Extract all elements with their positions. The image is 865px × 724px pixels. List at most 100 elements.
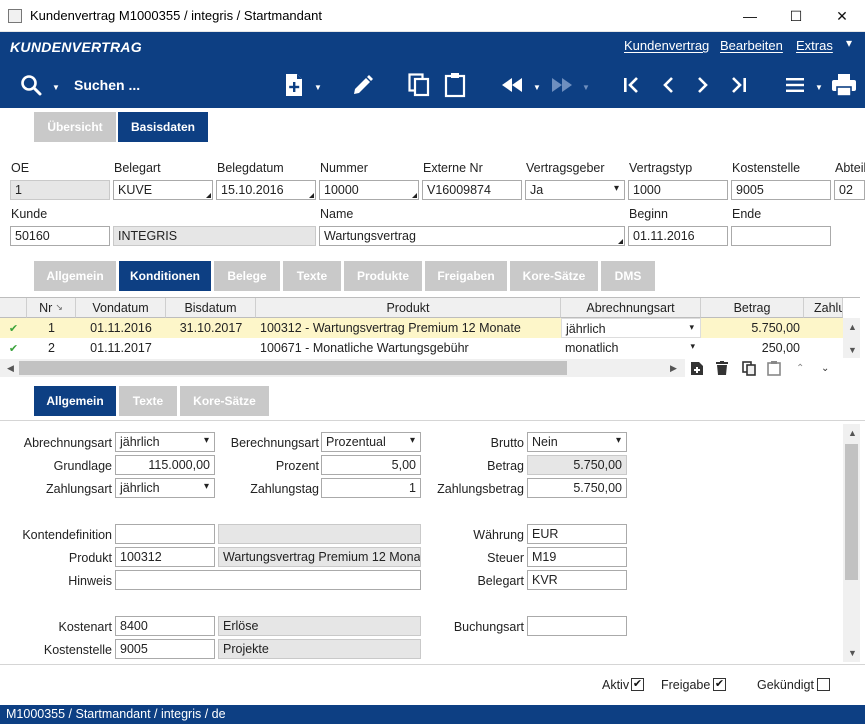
scroll-up-icon[interactable]: ▲: [848, 322, 857, 332]
detail-vertical-scrollbar[interactable]: ▲ ▼: [843, 424, 860, 662]
paste-row-icon[interactable]: [767, 361, 783, 376]
rewind-icon[interactable]: [498, 70, 526, 100]
row-abrechnungsart-select[interactable]: monatlich ▾: [561, 338, 701, 358]
tab-uebersicht[interactable]: Übersicht: [34, 112, 116, 142]
grid-header-betrag[interactable]: Betrag: [701, 298, 804, 318]
grid-vertical-scrollbar[interactable]: ▲ ▼: [843, 318, 860, 358]
belegdatum-field[interactable]: 15.10.2016: [216, 180, 316, 200]
scroll-down-icon[interactable]: ▼: [848, 345, 857, 355]
paste-icon[interactable]: [442, 70, 468, 100]
detail-belegart-field[interactable]: KVR: [527, 570, 627, 590]
new-document-icon[interactable]: [282, 70, 306, 100]
previous-record-icon[interactable]: [657, 70, 679, 100]
maximize-button[interactable]: ☐: [773, 0, 819, 32]
vertragstyp-field[interactable]: 1000: [628, 180, 728, 200]
subtab-belege[interactable]: Belege: [214, 261, 280, 291]
menu-extras[interactable]: Extras: [796, 38, 833, 53]
search-label[interactable]: Suchen ...: [74, 70, 154, 100]
subtab-allgemein[interactable]: Allgemein: [34, 261, 116, 291]
subtab-freigaben[interactable]: Freigaben: [425, 261, 507, 291]
subtab-texte[interactable]: Texte: [283, 261, 341, 291]
detailtab-allgemein[interactable]: Allgemein: [34, 386, 116, 416]
detailtab-texte[interactable]: Texte: [119, 386, 177, 416]
berechnungsart-select[interactable]: Prozentual: [321, 432, 421, 452]
subtab-kore-saetze[interactable]: Kore-Sätze: [510, 261, 598, 291]
subtab-produkte[interactable]: Produkte: [344, 261, 422, 291]
detail-kostenstelle-field[interactable]: 9005: [115, 639, 215, 659]
detailtab-kore-saetze[interactable]: Kore-Sätze: [180, 386, 269, 416]
new-caret-icon[interactable]: ▼: [314, 83, 322, 92]
grid-header-zahlu[interactable]: Zahlu: [804, 298, 843, 318]
kunde-field[interactable]: 50160: [10, 226, 110, 246]
produkt-field[interactable]: 100312: [115, 547, 215, 567]
belegart-field[interactable]: KUVE: [113, 180, 213, 200]
subtab-dms[interactable]: DMS: [601, 261, 655, 291]
move-up-icon[interactable]: ⌃: [796, 363, 804, 374]
edit-pencil-icon[interactable]: [350, 70, 376, 100]
waehrung-field[interactable]: EUR: [527, 524, 627, 544]
move-down-icon[interactable]: ⌄: [821, 363, 829, 374]
kontendefinition-field[interactable]: [115, 524, 215, 544]
brutto-select[interactable]: Nein: [527, 432, 627, 452]
gekuendigt-checkbox[interactable]: [817, 678, 830, 691]
search-icon[interactable]: [18, 70, 44, 100]
grid-header-nr[interactable]: Nr ↘: [27, 298, 76, 318]
zahlungsbetrag-field[interactable]: 5.750,00: [527, 478, 627, 498]
last-record-icon[interactable]: [728, 70, 750, 100]
ende-field[interactable]: [731, 226, 831, 246]
detail-scroll-down-icon[interactable]: ▼: [848, 648, 857, 658]
copy-icon[interactable]: [406, 70, 432, 100]
minimize-button[interactable]: —: [727, 0, 773, 32]
grid-header-abrechnungsart[interactable]: Abrechnungsart: [561, 298, 701, 318]
oe-field[interactable]: 1: [10, 180, 110, 200]
detail-scroll-thumb[interactable]: [845, 444, 858, 580]
table-row[interactable]: ✔ 1 01.11.2016 31.10.2017 100312 - Wartu…: [0, 318, 843, 338]
row-abrechnungsart-select[interactable]: jährlich ▾: [561, 318, 701, 338]
subtab-konditionen[interactable]: Konditionen: [119, 261, 211, 291]
hinweis-field[interactable]: [115, 570, 421, 590]
add-row-icon[interactable]: [690, 361, 706, 376]
menu-kundenvertrag[interactable]: Kundenvertrag: [624, 38, 709, 53]
copy-row-icon[interactable]: [742, 361, 758, 376]
grid-header-produkt[interactable]: Produkt: [256, 298, 561, 318]
close-button[interactable]: ✕: [819, 0, 865, 32]
next-record-icon[interactable]: [692, 70, 714, 100]
zahlungstag-field[interactable]: 1: [321, 478, 421, 498]
menu-bearbeiten[interactable]: Bearbeiten: [720, 38, 783, 53]
steuer-field[interactable]: M19: [527, 547, 627, 567]
prozent-field[interactable]: 5,00: [321, 455, 421, 475]
beginn-field[interactable]: 01.11.2016: [628, 226, 728, 246]
grid-header-vondatum[interactable]: Vondatum: [76, 298, 166, 318]
scroll-right-icon[interactable]: ▶: [670, 363, 677, 374]
rewind-caret-icon[interactable]: ▼: [533, 83, 541, 92]
grid-horizontal-scrollbar[interactable]: ◀ ▶: [0, 359, 685, 377]
grid-header-bisdatum[interactable]: Bisdatum: [166, 298, 256, 318]
tab-basisdaten[interactable]: Basisdaten: [118, 112, 208, 142]
vertragsgeber-select[interactable]: Ja: [525, 180, 625, 200]
menu-overflow-caret-icon[interactable]: ▾: [846, 36, 852, 50]
list-caret-icon[interactable]: ▼: [815, 83, 823, 92]
aktiv-checkbox[interactable]: ✔: [631, 678, 644, 691]
list-menu-icon[interactable]: [783, 70, 807, 100]
scroll-left-icon[interactable]: ◀: [7, 363, 14, 374]
abrechnungsart-select[interactable]: jährlich: [115, 432, 215, 452]
zahlungsart-select[interactable]: jährlich: [115, 478, 215, 498]
first-record-icon[interactable]: [620, 70, 642, 100]
search-caret-icon[interactable]: ▼: [52, 83, 60, 92]
nummer-field[interactable]: 10000: [319, 180, 419, 200]
name-field[interactable]: Wartungsvertrag: [319, 226, 625, 246]
externe-nr-field[interactable]: V16009874: [422, 180, 522, 200]
abteilung-field[interactable]: 02: [834, 180, 865, 200]
horizontal-scroll-thumb[interactable]: [19, 361, 567, 375]
fast-forward-icon[interactable]: [548, 70, 576, 100]
kostenart-field[interactable]: 8400: [115, 616, 215, 636]
freigabe-checkbox[interactable]: ✔: [713, 678, 726, 691]
kostenstelle-field[interactable]: 9005: [731, 180, 831, 200]
buchungsart-field[interactable]: [527, 616, 627, 636]
print-icon[interactable]: [830, 70, 858, 100]
delete-row-icon[interactable]: [716, 361, 732, 376]
table-row[interactable]: ✔ 2 01.11.2017 100671 - Monatliche Wartu…: [0, 338, 843, 358]
forward-caret-icon[interactable]: ▼: [582, 83, 590, 92]
grundlage-field[interactable]: 115.000,00: [115, 455, 215, 475]
detail-scroll-up-icon[interactable]: ▲: [848, 428, 857, 438]
